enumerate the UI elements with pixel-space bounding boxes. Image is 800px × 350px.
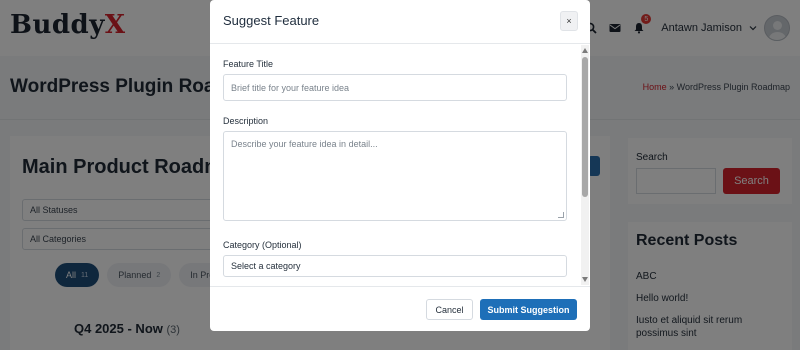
modal-scrollbar[interactable] <box>581 45 589 285</box>
modal-header: Suggest Feature × <box>210 0 590 44</box>
feature-title-placeholder: Brief title for your feature idea <box>231 82 350 93</box>
scroll-up-arrow-icon[interactable] <box>582 48 588 53</box>
submit-suggestion-button[interactable]: Submit Suggestion <box>480 299 577 320</box>
close-icon: × <box>566 16 572 26</box>
feature-title-label: Feature Title <box>223 59 274 69</box>
cancel-button[interactable]: Cancel <box>426 299 473 320</box>
close-button[interactable]: × <box>560 11 578 31</box>
category-select[interactable]: Select a category <box>223 255 567 277</box>
modal-footer: Cancel Submit Suggestion <box>210 286 590 331</box>
scroll-down-arrow-icon[interactable] <box>582 277 588 282</box>
modal-title: Suggest Feature <box>223 13 320 28</box>
resize-handle-icon[interactable] <box>558 212 564 218</box>
category-selected-value: Select a category <box>231 261 301 271</box>
description-textarea[interactable]: Describe your feature idea in detail... <box>223 131 567 221</box>
suggest-feature-modal: Suggest Feature × Feature Title Brief ti… <box>210 0 590 331</box>
modal-body: Feature Title Brief title for your featu… <box>210 45 590 285</box>
description-placeholder: Describe your feature idea in detail... <box>231 139 378 149</box>
description-label: Description <box>223 116 269 126</box>
scrollbar-thumb[interactable] <box>582 57 588 197</box>
category-label: Category (Optional) <box>223 240 302 250</box>
feature-title-input[interactable]: Brief title for your feature idea <box>223 74 567 101</box>
